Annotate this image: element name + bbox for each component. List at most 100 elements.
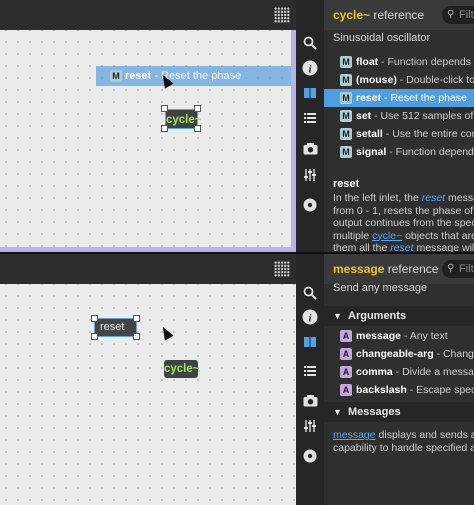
- message-item-set[interactable]: Mset - Use 512 samples of a buff: [324, 107, 474, 125]
- patcher-canvas[interactable]: reset cycle~: [0, 254, 296, 505]
- message-box-label: reset: [100, 321, 125, 333]
- argument-item-text: changeable-arg - Changeable a: [356, 348, 474, 360]
- grid-toggle-icon[interactable]: [274, 261, 290, 277]
- reference-panel: message reference ⚲ Filt Send any messag…: [324, 254, 474, 505]
- message-item-text: float - Function depends on inl: [356, 56, 474, 68]
- message-link[interactable]: message: [333, 429, 376, 441]
- resize-handle[interactable]: [161, 125, 168, 132]
- resize-handle[interactable]: [194, 105, 201, 112]
- resize-handle[interactable]: [161, 105, 168, 112]
- reference-subtitle: Sinusoidal oscillator: [333, 32, 431, 44]
- reference-icon[interactable]: [300, 332, 320, 352]
- patcher-toolbar: [0, 0, 296, 30]
- reference-header: cycle~ reference ⚲ Filt: [324, 0, 474, 30]
- message-item-mouse[interactable]: M (mouse) - Double-click to displ: [324, 71, 474, 89]
- collapse-triangle-icon: ▼: [333, 311, 342, 321]
- resize-handle[interactable]: [194, 125, 201, 132]
- detail-line: output continues from the specific: [333, 217, 474, 229]
- argument-item-badge: A: [340, 366, 352, 378]
- argument-item-backslash[interactable]: Abackslash - Escape special cha: [324, 381, 474, 399]
- argument-item-changeable-arg[interactable]: Achangeable-arg - Changeable a: [324, 345, 474, 363]
- resize-handle[interactable]: [133, 333, 140, 340]
- resize-handle[interactable]: [91, 333, 98, 340]
- reference-object-name: cycle~: [333, 8, 371, 22]
- top-patcher-window: M reset - Reset the phase cycle~ i cycle…: [0, 0, 474, 252]
- reference-title: cycle~ reference: [333, 8, 424, 22]
- right-sidebar-toolbar: i: [296, 0, 324, 252]
- argument-item-badge: A: [340, 384, 352, 396]
- detail-line: In the left inlet, the reset message: [333, 192, 474, 204]
- search-icon: ⚲: [447, 263, 455, 274]
- reference-icon[interactable]: [300, 83, 320, 103]
- zoom-icon[interactable]: [300, 33, 320, 53]
- message-badge: M: [110, 70, 122, 82]
- resize-handle[interactable]: [133, 315, 140, 322]
- detail-line: multiple cycle~ objects that are c: [333, 229, 474, 242]
- search-icon: ⚲: [447, 9, 455, 20]
- detail-line: them all the reset message will sy: [333, 242, 474, 252]
- message-item-signal[interactable]: Msignal - Function depends on in: [324, 143, 474, 161]
- argument-item-text: message - Any text: [356, 330, 448, 342]
- resize-handle[interactable]: [91, 315, 98, 322]
- reference-kind-label: reference: [387, 262, 439, 276]
- collapse-triangle-icon: ▼: [333, 407, 342, 417]
- argument-item-comma[interactable]: Acomma - Divide a message into: [324, 363, 474, 381]
- reference-object-name: message: [333, 262, 385, 276]
- mixer-icon[interactable]: [300, 416, 320, 436]
- reference-header: message reference ⚲ Filt: [324, 254, 474, 284]
- record-icon[interactable]: [300, 446, 320, 466]
- message-item-reset[interactable]: Mreset - Reset the phase: [324, 89, 474, 107]
- reference-kind-label: reference: [373, 8, 425, 22]
- cycle-object[interactable]: cycle~: [164, 360, 200, 378]
- message-item-text: set - Use 512 samples of a buff: [356, 110, 474, 122]
- message-description: message displays and sends any capabilit…: [333, 429, 474, 455]
- drop-target-highlight: [0, 30, 296, 252]
- message-item-text: setall - Use the entire contents: [356, 128, 474, 140]
- mixer-icon[interactable]: [300, 165, 320, 185]
- reference-title: message reference: [333, 262, 438, 276]
- message-item-badge: M: [340, 128, 352, 140]
- zoom-icon[interactable]: [300, 283, 320, 303]
- snapshot-icon[interactable]: [300, 390, 320, 410]
- mouse-cursor-icon: [158, 324, 174, 341]
- message-item-float[interactable]: Mfloat - Function depends on inl: [324, 53, 474, 71]
- cycle-object-label: cycle~: [164, 363, 200, 375]
- info-icon[interactable]: i: [300, 307, 320, 327]
- info-icon[interactable]: i: [300, 58, 320, 78]
- right-sidebar-toolbar: i: [296, 254, 324, 505]
- argument-item-text: backslash - Escape special cha: [356, 384, 474, 396]
- arguments-section-header[interactable]: ▼ Arguments: [324, 306, 474, 326]
- argument-item-text: comma - Divide a message into: [356, 366, 474, 378]
- filter-placeholder: Filt: [459, 9, 474, 21]
- detail-link[interactable]: reset: [422, 192, 445, 204]
- filter-placeholder: Filt: [459, 263, 474, 275]
- list-icon[interactable]: [300, 108, 320, 128]
- message-item-text: signal - Function depends on in: [356, 146, 474, 158]
- desc-line-2: capability to handle specified arg: [333, 442, 474, 454]
- reset-message-box[interactable]: reset: [94, 318, 137, 337]
- argument-item-message[interactable]: Amessage - Any text: [324, 327, 474, 345]
- grid-toggle-icon[interactable]: [274, 7, 290, 23]
- message-item-text: reset - Reset the phase: [356, 92, 467, 104]
- message-item-text: (mouse) - Double-click to displ: [356, 74, 474, 86]
- message-item-badge: M: [340, 56, 352, 68]
- record-icon[interactable]: [300, 195, 320, 215]
- filter-input[interactable]: ⚲ Filt: [442, 260, 474, 278]
- arguments-section-label: Arguments: [348, 310, 407, 322]
- detail-link[interactable]: reset: [390, 242, 413, 252]
- list-icon[interactable]: [300, 361, 320, 381]
- patcher-canvas[interactable]: M reset - Reset the phase cycle~: [0, 0, 296, 252]
- filter-input[interactable]: ⚲ Filt: [442, 6, 474, 24]
- message-item-badge: M: [340, 92, 352, 104]
- snapshot-icon[interactable]: [300, 138, 320, 158]
- dragged-message-item[interactable]: M reset - Reset the phase: [96, 66, 296, 86]
- argument-item-badge: A: [340, 348, 352, 360]
- detail-link[interactable]: cycle~: [372, 230, 402, 242]
- reference-panel: cycle~ reference ⚲ Filt Sinusoidal oscil…: [324, 0, 474, 252]
- message-item-setall[interactable]: Msetall - Use the entire contents: [324, 125, 474, 143]
- messages-section-label: Messages: [348, 406, 401, 418]
- dragged-message-text: reset - Reset the phase: [125, 70, 242, 82]
- messages-section-header[interactable]: ▼ Messages: [324, 402, 474, 422]
- detail-line: from 0 - 1, resets the phase of th: [333, 204, 474, 217]
- patcher-toolbar: [0, 254, 296, 284]
